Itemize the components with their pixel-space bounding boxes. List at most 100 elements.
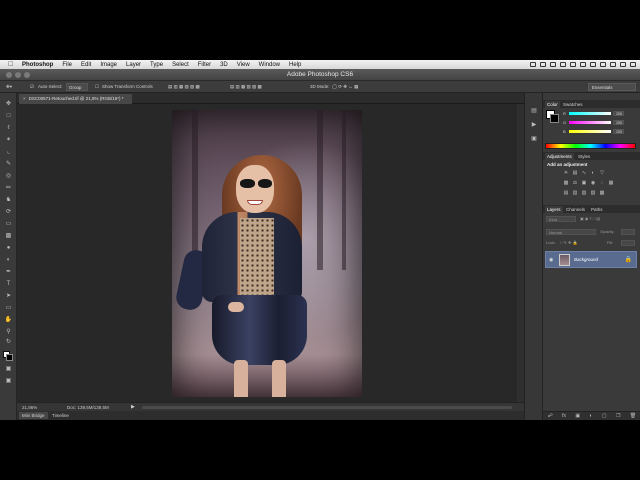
eraser-tool-icon[interactable]: ▭	[4, 221, 13, 228]
zoom-level[interactable]: 21,86%	[22, 405, 37, 410]
distribute-buttons[interactable]: ▤ ▥ ▦ ▧ ▨ ▩	[230, 84, 262, 90]
filter-icons[interactable]: ▣ ◉ T □ ▤	[580, 216, 600, 221]
eyedropper-tool-icon[interactable]: ✎	[4, 161, 13, 168]
horizontal-scrollbar[interactable]	[142, 406, 512, 409]
3d-mode-icons[interactable]: ◯ ⟳ ✥ ↔ ▦	[332, 84, 358, 90]
hand-tool-icon[interactable]: ✋	[4, 317, 13, 324]
menu-image[interactable]: Image	[100, 62, 117, 68]
threshold-icon[interactable]: ▧	[581, 190, 587, 196]
tab-styles[interactable]: Styles	[576, 153, 592, 160]
document-tab[interactable]: × DSC00571-Retouched.tif @ 21,8% (RGB/16*…	[19, 94, 132, 104]
channel-mixer-icon[interactable]: ◌	[599, 180, 605, 186]
canvas-area[interactable]	[17, 104, 517, 402]
move-tool-icon[interactable]: ✥	[4, 101, 13, 108]
history-brush-tool-icon[interactable]: ⟳	[4, 209, 13, 216]
new-layer-icon[interactable]: ❐	[616, 413, 620, 419]
tab-color[interactable]: Color	[545, 101, 560, 108]
marquee-tool-icon[interactable]: □	[4, 113, 13, 120]
wifi-icon[interactable]	[580, 62, 586, 67]
tab-timeline[interactable]: Timeline	[49, 412, 72, 419]
menu-type[interactable]: Type	[150, 62, 163, 68]
fill-field[interactable]	[621, 240, 635, 246]
apple-logo-icon[interactable]: 	[8, 61, 16, 68]
tab-mini-bridge[interactable]: Mini Bridge	[19, 412, 48, 419]
menu-select[interactable]: Select	[172, 62, 189, 68]
shape-tool-icon[interactable]: ▭	[4, 305, 13, 312]
green-value[interactable]: 255	[613, 120, 624, 125]
brightness-contrast-icon[interactable]: ☀	[563, 170, 569, 176]
properties-panel-icon[interactable]: ▣	[530, 135, 538, 142]
exposure-icon[interactable]: ◐	[590, 170, 596, 176]
workspace-switcher[interactable]: Essentials	[588, 83, 636, 91]
menu-window[interactable]: Window	[259, 62, 280, 68]
layer-row-background[interactable]: ◉ Background 🔒	[545, 251, 637, 268]
red-slider[interactable]	[569, 112, 611, 115]
tab-channels[interactable]: Channels	[564, 206, 587, 213]
red-value[interactable]: 255	[613, 111, 624, 116]
zoom-tool-icon[interactable]: ⚲	[4, 329, 13, 336]
vertical-scrollbar[interactable]	[517, 104, 524, 402]
dodge-tool-icon[interactable]: ◐	[4, 257, 13, 264]
lasso-tool-icon[interactable]: ℓ	[4, 125, 13, 132]
tab-adjustments[interactable]: Adjustments	[545, 153, 574, 160]
layer-style-icon[interactable]: fx	[562, 413, 566, 419]
transform-controls-checkbox[interactable]: ☐	[95, 84, 99, 90]
delete-layer-icon[interactable]: 🗑	[630, 413, 636, 419]
path-selection-tool-icon[interactable]: ➤	[4, 293, 13, 300]
healing-brush-tool-icon[interactable]: ◎	[4, 173, 13, 180]
quick-mask-icon[interactable]: ▣	[4, 366, 13, 373]
blur-tool-icon[interactable]: ●	[4, 245, 13, 252]
visibility-eye-icon[interactable]: ◉	[549, 257, 553, 263]
color-background-swatch[interactable]	[550, 114, 559, 123]
opacity-field[interactable]	[621, 229, 635, 235]
swap-colors-icon[interactable]: ↻	[4, 339, 13, 346]
gradient-tool-icon[interactable]: ▩	[4, 233, 13, 240]
menu-view[interactable]: View	[237, 62, 250, 68]
posterize-icon[interactable]: ▥	[572, 190, 578, 196]
display-icon[interactable]	[540, 62, 546, 67]
selective-color-icon[interactable]: ▩	[599, 190, 605, 196]
quick-select-tool-icon[interactable]: ✶	[4, 137, 13, 144]
volume-icon[interactable]	[590, 62, 596, 67]
color-spectrum-ramp[interactable]	[545, 143, 636, 149]
spotlight-icon[interactable]	[620, 62, 626, 67]
menu-edit[interactable]: Edit	[81, 62, 91, 68]
color-balance-icon[interactable]: ⚖	[572, 180, 578, 186]
clock-icon[interactable]	[570, 62, 576, 67]
menu-help[interactable]: Help	[289, 62, 301, 68]
layer-name[interactable]: Background	[574, 257, 598, 262]
move-tool-icon[interactable]: ✥▾	[6, 84, 12, 90]
blue-value[interactable]: 255	[613, 129, 624, 134]
auto-select-dropdown[interactable]: Group	[66, 83, 88, 91]
vibrance-icon[interactable]: ▽	[599, 170, 605, 176]
screen-mode-icon[interactable]: ▣	[4, 378, 13, 385]
camera-icon[interactable]	[530, 62, 536, 67]
menu-3d[interactable]: 3D	[220, 62, 228, 68]
link-layers-icon[interactable]: ☍	[548, 413, 553, 419]
levels-icon[interactable]: ▤	[572, 170, 578, 176]
new-adjustment-icon[interactable]: ◐	[590, 413, 593, 419]
pen-tool-icon[interactable]: ✒	[4, 269, 13, 276]
brush-tool-icon[interactable]: ✏	[4, 185, 13, 192]
lock-icons[interactable]: □ ✎ ✥ 🔒	[560, 240, 577, 245]
status-menu-arrow-icon[interactable]: ▶	[131, 404, 135, 410]
align-buttons[interactable]: ▤ ▥ ▦ ▧ ▨ ▩	[168, 84, 200, 90]
clone-stamp-tool-icon[interactable]: ♞	[4, 197, 13, 204]
menu-file[interactable]: File	[62, 62, 72, 68]
photo-filter-icon[interactable]: ◉	[590, 180, 596, 186]
document-photo[interactable]	[172, 110, 362, 397]
invert-icon[interactable]: ▤	[563, 190, 569, 196]
actions-panel-icon[interactable]: ▶	[530, 121, 538, 128]
tab-swatches[interactable]: Swatches	[561, 101, 585, 108]
tab-paths[interactable]: Paths	[589, 206, 605, 213]
add-mask-icon[interactable]: ▣	[575, 413, 580, 419]
history-panel-icon[interactable]: ▤	[530, 107, 538, 114]
black-white-icon[interactable]: ▣	[581, 180, 587, 186]
hue-saturation-icon[interactable]: ▩	[563, 180, 569, 186]
bluetooth-icon[interactable]	[560, 62, 566, 67]
background-color-swatch[interactable]	[6, 354, 13, 361]
cloud-icon[interactable]	[550, 62, 556, 67]
list-icon[interactable]	[630, 62, 636, 67]
battery-icon[interactable]	[600, 62, 606, 67]
curves-icon[interactable]: ∿	[581, 170, 587, 176]
